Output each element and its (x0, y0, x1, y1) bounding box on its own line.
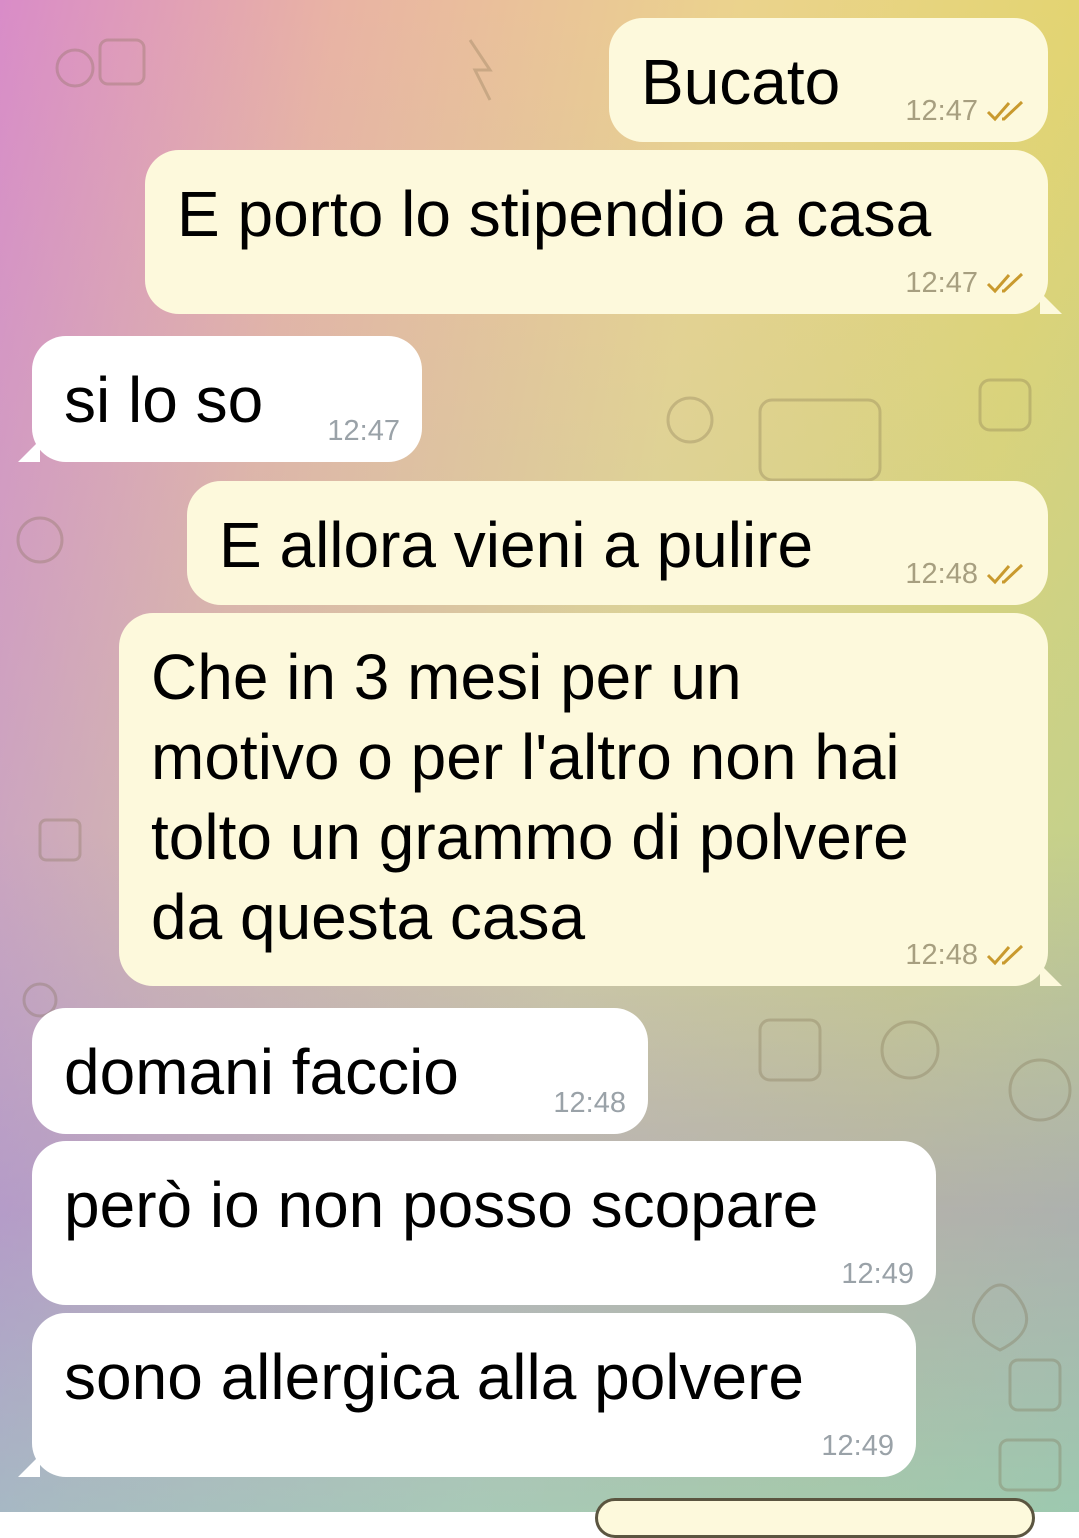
message-meta: 12:47 (905, 94, 1026, 128)
message-time: 12:48 (905, 939, 978, 971)
message-text: domani faccio (64, 1036, 459, 1108)
message-bubble-outgoing[interactable]: Che in 3 mesi per un motivo o per l'altr… (119, 613, 1062, 986)
message-time: 12:47 (905, 267, 978, 299)
message-text: sono allergica alla polvere (64, 1341, 804, 1413)
double-check-icon (986, 100, 1026, 122)
message-time: 12:47 (905, 95, 978, 127)
message-meta: 12:48 (905, 938, 1026, 972)
message-bubble-outgoing[interactable]: E porto lo stipendio a casa 12:47 (145, 150, 1062, 314)
message-text: Bucato (641, 46, 841, 118)
message-text: E porto lo stipendio a casa (177, 178, 932, 250)
message-text: però io non posso scopare (64, 1169, 819, 1241)
message-bubble-incoming[interactable]: sono allergica alla polvere 12:49 (18, 1313, 916, 1477)
double-check-icon (986, 272, 1026, 294)
message-time: 12:47 (327, 415, 400, 447)
message-text: Che in 3 mesi per un motivo o per l'altr… (151, 641, 909, 953)
message-bubble-outgoing[interactable]: E allora vieni a pulire 12:48 (187, 481, 1048, 605)
message-meta: 12:47 (327, 414, 400, 448)
message-time: 12:49 (841, 1258, 914, 1290)
message-meta: 12:49 (821, 1429, 894, 1463)
message-bubble-incoming[interactable]: si lo so 12:47 (18, 336, 422, 462)
message-meta: 12:48 (553, 1086, 626, 1120)
message-time: 12:48 (553, 1087, 626, 1119)
message-text: E allora vieni a pulire (219, 509, 814, 581)
message-time: 12:48 (905, 558, 978, 590)
message-bubble-incoming[interactable]: però io non posso scopare 12:49 (32, 1141, 936, 1305)
message-meta: 12:49 (841, 1257, 914, 1291)
message-bubble-outgoing[interactable]: Bucato 12:47 (609, 18, 1048, 142)
message-time: 12:49 (821, 1430, 894, 1462)
message-meta: 12:47 (905, 266, 1026, 300)
partial-message-bubble (595, 1498, 1035, 1538)
message-bubble-incoming[interactable]: domani faccio 12:48 (32, 1008, 648, 1134)
message-meta: 12:48 (905, 557, 1026, 591)
message-text: si lo so (64, 364, 264, 436)
double-check-icon (986, 563, 1026, 585)
double-check-icon (986, 944, 1026, 966)
